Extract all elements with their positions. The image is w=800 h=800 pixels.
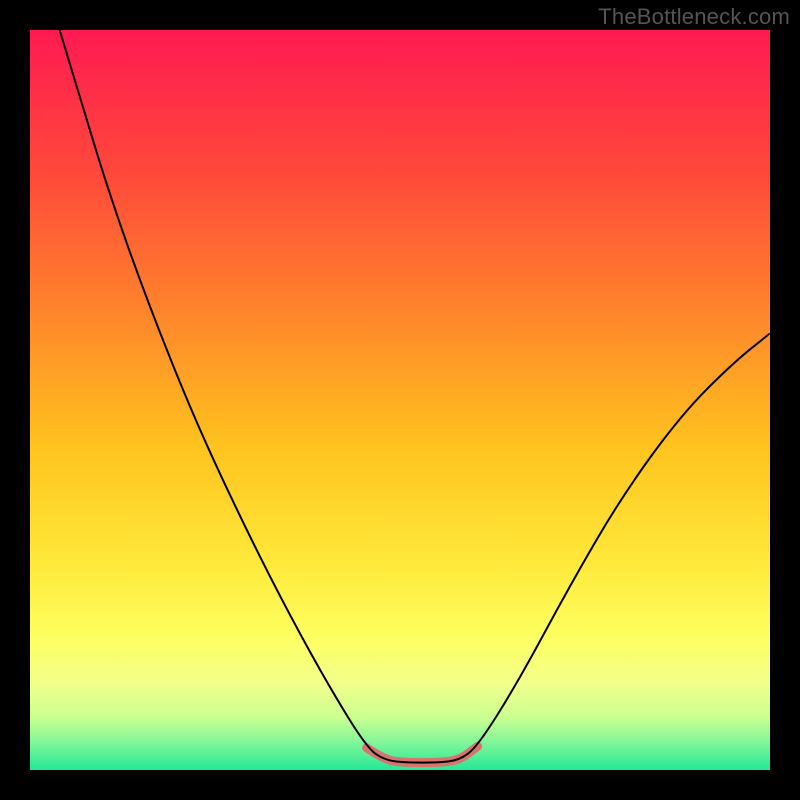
gradient-background (30, 30, 770, 770)
bottleneck-chart (0, 0, 800, 800)
chart-frame: TheBottleneck.com (0, 0, 800, 800)
watermark-text: TheBottleneck.com (598, 4, 790, 30)
